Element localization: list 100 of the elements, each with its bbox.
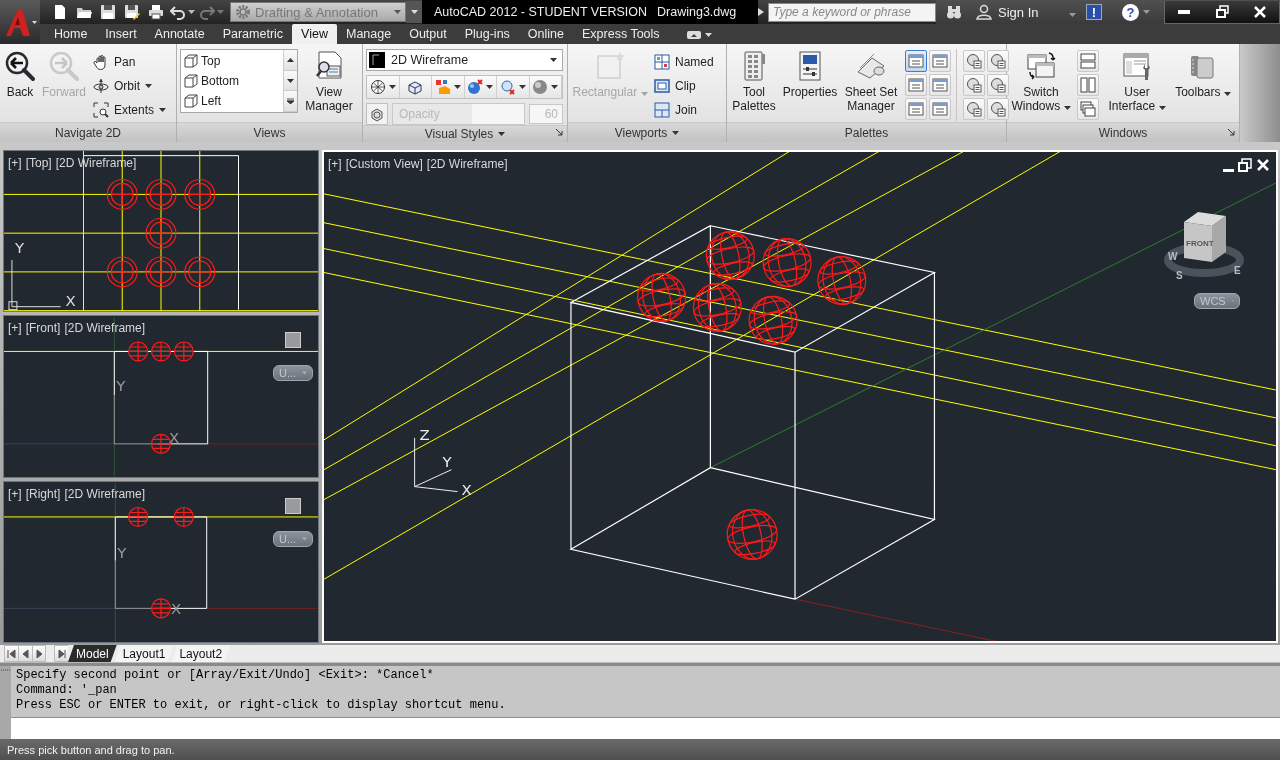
layout-tab[interactable]: Layout1 xyxy=(114,645,174,662)
ribbon-icon-button[interactable] xyxy=(929,50,951,72)
ribbon-tab[interactable]: View xyxy=(292,24,337,44)
ribbon-button[interactable]: Orbit xyxy=(91,75,169,97)
ribbon-button[interactable]: Join xyxy=(652,99,716,121)
scroll-up-button[interactable] xyxy=(284,50,297,71)
layout-tab[interactable]: Layout2 xyxy=(171,645,231,662)
ribbon-icon-button[interactable] xyxy=(987,74,1009,96)
axis-label: Z xyxy=(419,425,430,444)
ribbon-icon-button[interactable] xyxy=(963,98,985,120)
viewport[interactable]: Y X [+] [Front] [2D Wireframe] U... xyxy=(3,315,319,478)
ribbon-button[interactable]: Properties xyxy=(781,49,839,100)
ribbon-icon-button[interactable] xyxy=(905,50,927,72)
viewport-menu[interactable]: [2D Wireframe] xyxy=(426,157,508,171)
ribbon-icon-button[interactable] xyxy=(1077,98,1099,120)
viewport-menu[interactable]: [Front] xyxy=(25,321,61,336)
ribbon-icon-button[interactable] xyxy=(929,98,951,120)
alert-button[interactable]: ! xyxy=(1086,4,1102,20)
ribbon-tab[interactable]: Parametric xyxy=(213,24,293,44)
ribbon-tab[interactable]: Manage xyxy=(336,24,401,44)
globe-list-icon xyxy=(990,101,1006,117)
caret-icon xyxy=(551,85,559,89)
up-arrow-icon xyxy=(287,57,294,62)
ribbon-button[interactable]: Clip xyxy=(652,75,716,97)
caret-icon xyxy=(394,10,401,14)
sign-in-button[interactable]: Sign In xyxy=(972,4,1080,20)
document-name: Drawing3.dwg xyxy=(657,5,737,19)
visual-style-dropdown[interactable]: 2D Wireframe xyxy=(366,49,563,71)
viewport-menu[interactable]: [+] xyxy=(8,321,22,336)
printer-icon xyxy=(148,4,164,20)
globe-list-icon xyxy=(966,53,982,69)
ribbon-button[interactable]: Named xyxy=(652,51,716,73)
close-button[interactable] xyxy=(1241,0,1279,23)
caret-icon xyxy=(188,10,195,14)
ribbon-icon-button[interactable] xyxy=(905,74,927,96)
ribbon-button[interactable]: Pan xyxy=(91,51,169,73)
ribbon-button[interactable]: Sheet Set Manager xyxy=(842,49,900,114)
previous-tab-button[interactable] xyxy=(18,645,32,662)
caret-icon xyxy=(217,10,224,14)
viewport-menu[interactable]: [2D Wireframe] xyxy=(64,321,146,336)
viewport-menu[interactable]: [2D Wireframe] xyxy=(64,486,146,501)
shapes-icon xyxy=(434,79,451,95)
xray-button[interactable] xyxy=(366,103,388,125)
customize-menu-button[interactable] xyxy=(406,1,422,23)
viewport-menu[interactable]: [+] xyxy=(8,486,22,501)
list-item[interactable]: Left xyxy=(183,91,281,111)
viewport-menu[interactable]: [+] xyxy=(328,157,342,171)
ribbon-button[interactable]: User Interface xyxy=(1104,49,1170,114)
user-icon xyxy=(976,4,992,20)
ribbon-tab[interactable]: Plug-ins xyxy=(455,24,519,44)
ribbon-icon-button[interactable] xyxy=(1077,50,1099,72)
viewport-menu[interactable]: [Custom View] xyxy=(345,157,423,171)
ribbon-tab[interactable]: Express Tools xyxy=(573,24,669,44)
ribbon-button[interactable]: Tool Palettes xyxy=(730,49,778,114)
viewport-menu[interactable]: [+] xyxy=(8,156,22,170)
caret-icon xyxy=(1143,10,1150,14)
viewport[interactable]: Z Y X [+] [Custom View] [2D Wireframe] FRONT W S E WCS xyxy=(322,150,1278,643)
ribbon-icon-button[interactable] xyxy=(987,50,1009,72)
restore-icon xyxy=(1214,3,1230,20)
ribbon-button[interactable]: View Manager xyxy=(301,49,357,114)
app-menu-button[interactable] xyxy=(0,0,40,44)
ribbon-icon-button[interactable] xyxy=(905,98,927,120)
layout-tab[interactable]: Model xyxy=(68,645,117,662)
sphere-drawing xyxy=(184,256,216,288)
grip-handle[interactable] xyxy=(0,666,11,739)
expand-button[interactable] xyxy=(284,91,297,112)
caret-icon xyxy=(159,108,167,112)
ribbon-icon-button[interactable] xyxy=(963,50,985,72)
ribbon-tab[interactable]: Online xyxy=(518,24,573,44)
tile-horizontal-icon xyxy=(1080,53,1096,69)
ribbon-button[interactable]: Back xyxy=(3,49,37,100)
close-icon[interactable] xyxy=(1256,158,1270,172)
list-item[interactable]: Bottom xyxy=(183,71,281,91)
next-tab-button[interactable] xyxy=(32,645,46,662)
panel-title: Visual Styles xyxy=(424,127,494,141)
ribbon-tab[interactable]: Annotate xyxy=(145,24,214,44)
restore-icon[interactable] xyxy=(1238,158,1252,172)
minimize-button[interactable] xyxy=(1165,0,1203,23)
box-icon xyxy=(407,79,424,95)
ribbon-tab[interactable]: Insert xyxy=(96,24,146,44)
viewport-menu[interactable]: [Right] xyxy=(25,486,61,501)
ribbon-icon-button[interactable] xyxy=(963,74,985,96)
first-tab-button[interactable] xyxy=(4,645,18,662)
list-item[interactable]: Top xyxy=(183,51,281,71)
viewcube-icon[interactable] xyxy=(285,332,301,349)
ribbon-icon-button[interactable] xyxy=(929,74,951,96)
viewcube-icon[interactable] xyxy=(285,497,301,514)
ribbon-icon-button[interactable] xyxy=(987,98,1009,120)
last-tab-button[interactable] xyxy=(54,645,68,662)
scroll-down-button[interactable] xyxy=(284,70,297,92)
ribbon-button[interactable]: Toolbars xyxy=(1173,49,1233,100)
ribbon-tab[interactable]: Output xyxy=(400,24,456,44)
ribbon-icon-button[interactable] xyxy=(1077,74,1099,96)
ribbon-tab[interactable]: Home xyxy=(45,24,97,44)
ribbon-button[interactable]: Switch Windows xyxy=(1010,49,1072,114)
viewport-menu[interactable]: [Top] xyxy=(25,156,52,170)
command-input-field[interactable] xyxy=(11,718,1280,739)
ribbon-button[interactable]: Extents xyxy=(91,99,169,121)
search-field[interactable]: Type a keyword or phrase xyxy=(768,2,936,22)
axis-label: Y xyxy=(117,543,127,562)
